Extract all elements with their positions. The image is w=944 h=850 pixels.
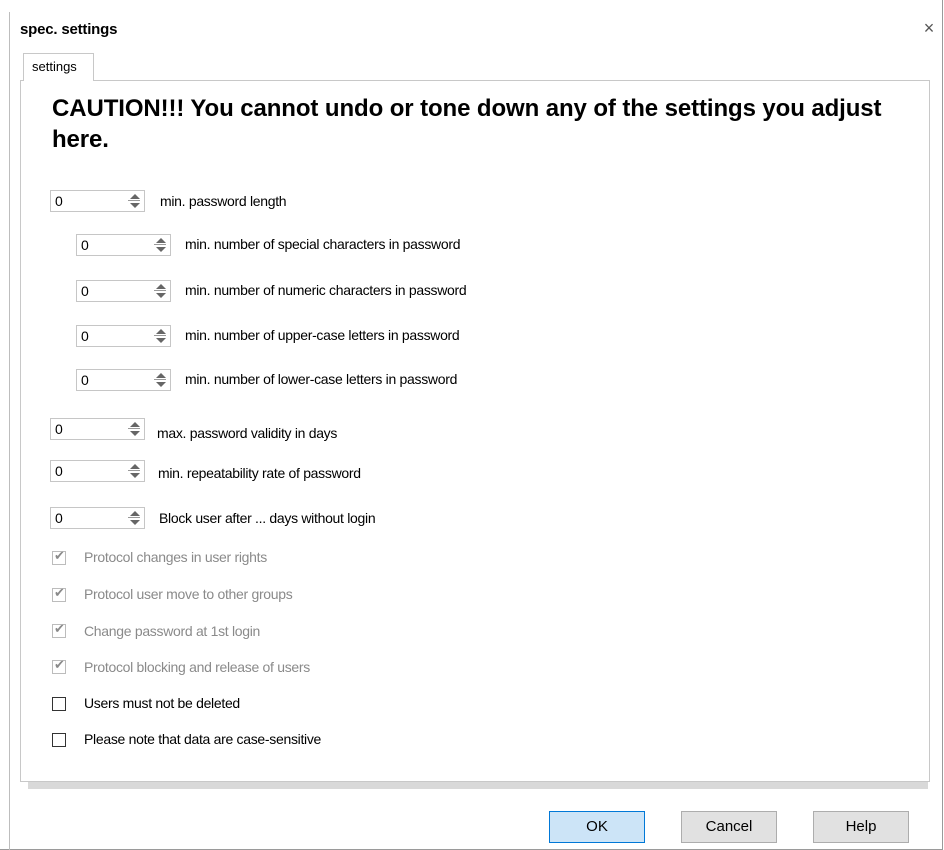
spin-arrows-icon[interactable] [128, 193, 140, 209]
stepper-value[interactable]: 0 [81, 328, 89, 344]
check-icon: ✔ [54, 657, 65, 672]
min-repeatability-stepper[interactable]: 0 [50, 460, 145, 482]
dialog-title: spec. settings [20, 21, 118, 38]
stepper-value[interactable]: 0 [81, 372, 89, 388]
spec-settings-dialog: spec. settings × settings CAUTION!!! You… [0, 0, 943, 850]
tab-settings[interactable]: settings [23, 53, 94, 81]
min-lower-case-label: min. number of lower-case letters in pas… [185, 371, 458, 387]
protocol-user-move-checkbox[interactable]: ✔ [52, 585, 66, 602]
stepper-value[interactable]: 0 [55, 510, 63, 526]
min-password-length-stepper[interactable]: 0 [50, 190, 145, 212]
stepper-value[interactable]: 0 [55, 463, 63, 479]
case-sensitive-label: Please note that data are case-sensitive [84, 731, 322, 747]
stepper-value[interactable]: 0 [81, 283, 89, 299]
protocol-blocking-release-checkbox[interactable]: ✔ [52, 657, 66, 674]
panel-divider [28, 782, 928, 789]
check-icon: ✔ [54, 548, 65, 563]
protocol-changes-user-rights-checkbox[interactable]: ✔ [52, 548, 66, 565]
window-edge [9, 12, 10, 850]
help-button[interactable]: Help [813, 811, 909, 843]
min-special-chars-label: min. number of special characters in pas… [185, 236, 461, 252]
spin-arrows-icon[interactable] [154, 328, 166, 344]
change-password-first-login-checkbox[interactable]: ✔ [52, 621, 66, 638]
check-icon: ✔ [54, 585, 65, 600]
spin-arrows-icon[interactable] [154, 237, 166, 253]
protocol-blocking-release-label: Protocol blocking and release of users [84, 659, 310, 675]
min-password-length-label: min. password length [160, 193, 287, 209]
spin-arrows-icon[interactable] [154, 372, 166, 388]
spin-arrows-icon[interactable] [128, 463, 140, 479]
stepper-value[interactable]: 0 [55, 421, 63, 437]
min-numeric-chars-stepper[interactable]: 0 [76, 280, 171, 302]
users-must-not-be-deleted-checkbox[interactable] [52, 697, 66, 711]
ok-button[interactable]: OK [549, 811, 645, 843]
close-icon[interactable]: × [919, 18, 939, 38]
min-special-chars-stepper[interactable]: 0 [76, 234, 171, 256]
spin-arrows-icon[interactable] [128, 421, 140, 437]
spin-arrows-icon[interactable] [154, 283, 166, 299]
block-user-days-label: Block user after ... days without login [159, 510, 376, 526]
max-password-validity-label: max. password validity in days [157, 425, 338, 441]
stepper-value[interactable]: 0 [81, 237, 89, 253]
min-repeatability-label: min. repeatability rate of password [158, 465, 361, 481]
min-numeric-chars-label: min. number of numeric characters in pas… [185, 282, 467, 298]
min-lower-case-stepper[interactable]: 0 [76, 369, 171, 391]
case-sensitive-checkbox[interactable] [52, 733, 66, 747]
caution-warning: CAUTION!!! You cannot undo or tone down … [52, 95, 882, 153]
min-upper-case-stepper[interactable]: 0 [76, 325, 171, 347]
cancel-button[interactable]: Cancel [681, 811, 777, 843]
min-upper-case-label: min. number of upper-case letters in pas… [185, 327, 460, 343]
change-password-first-login-label: Change password at 1st login [84, 623, 261, 639]
stepper-value[interactable]: 0 [55, 193, 63, 209]
protocol-changes-user-rights-label: Protocol changes in user rights [84, 549, 267, 565]
spin-arrows-icon[interactable] [128, 510, 140, 526]
users-must-not-be-deleted-label: Users must not be deleted [84, 695, 240, 711]
block-user-days-stepper[interactable]: 0 [50, 507, 145, 529]
max-password-validity-stepper[interactable]: 0 [50, 418, 145, 440]
check-icon: ✔ [54, 621, 65, 636]
protocol-user-move-label: Protocol user move to other groups [84, 586, 293, 602]
